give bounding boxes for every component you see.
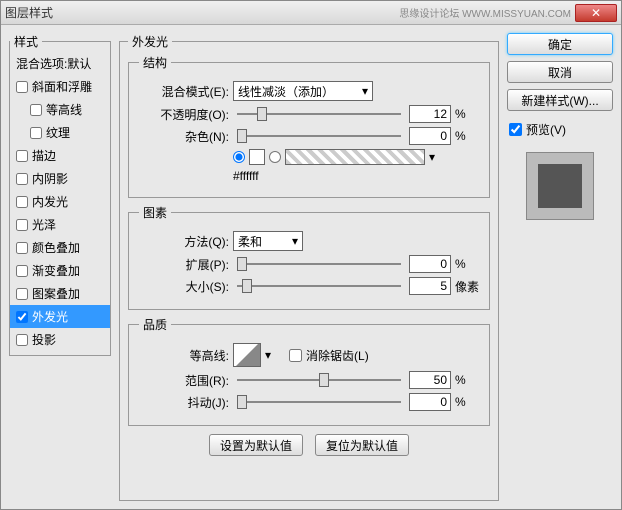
sidebar-checkbox[interactable]	[30, 104, 42, 116]
jitter-label: 抖动(J):	[139, 394, 229, 411]
sidebar-item-7[interactable]: 颜色叠加	[10, 236, 110, 259]
sidebar-item-label: 图案叠加	[32, 285, 80, 302]
sidebar-item-8[interactable]: 渐变叠加	[10, 259, 110, 282]
sidebar-item-label: 内阴影	[32, 170, 68, 187]
close-icon: ✕	[591, 6, 601, 20]
sidebar-item-5[interactable]: 内发光	[10, 190, 110, 213]
jitter-slider[interactable]	[237, 394, 401, 410]
watermark-text: 思缘设计论坛 WWW.MISSYUAN.COM	[399, 5, 571, 20]
sidebar-checkbox[interactable]	[16, 196, 28, 208]
preview-label: 预览(V)	[526, 121, 566, 138]
sidebar-checkbox[interactable]	[30, 127, 42, 139]
gradient-picker[interactable]	[285, 149, 425, 165]
structure-legend: 结构	[139, 54, 171, 71]
noise-slider[interactable]	[237, 128, 401, 144]
dialog-title: 图层样式	[5, 4, 399, 21]
sidebar-item-0[interactable]: 斜面和浮雕	[10, 75, 110, 98]
sidebar-item-label: 描边	[32, 147, 56, 164]
size-input[interactable]	[409, 277, 451, 295]
right-panel: 确定 取消 新建样式(W)... 预览(V)	[507, 33, 613, 501]
gradient-radio[interactable]	[269, 151, 281, 163]
sidebar-checkbox[interactable]	[16, 173, 28, 185]
sidebar-item-2[interactable]: 纹理	[10, 121, 110, 144]
sidebar-checkbox[interactable]	[16, 150, 28, 162]
cancel-button[interactable]: 取消	[507, 61, 613, 83]
sidebar-item-label: 颜色叠加	[32, 239, 80, 256]
sidebar-item-4[interactable]: 内阴影	[10, 167, 110, 190]
sidebar-item-label: 投影	[32, 331, 56, 348]
chevron-down-icon[interactable]: ▾	[265, 348, 271, 362]
styles-sidebar: 样式 混合选项:默认 斜面和浮雕等高线纹理描边内阴影内发光光泽颜色叠加渐变叠加图…	[9, 33, 111, 501]
sidebar-checkbox[interactable]	[16, 242, 28, 254]
opacity-slider[interactable]	[237, 106, 401, 122]
spread-slider[interactable]	[237, 256, 401, 272]
ok-button[interactable]: 确定	[507, 33, 613, 55]
sidebar-item-label: 斜面和浮雕	[32, 78, 92, 95]
preview-box	[526, 152, 594, 220]
sidebar-item-label: 光泽	[32, 216, 56, 233]
preview-checkbox[interactable]	[509, 123, 522, 136]
opacity-input[interactable]	[409, 105, 451, 123]
preview-swatch	[538, 164, 582, 208]
opacity-label: 不透明度(O):	[139, 106, 229, 123]
contour-label: 等高线:	[139, 347, 229, 364]
sidebar-item-label: 等高线	[46, 101, 82, 118]
noise-input[interactable]	[409, 127, 451, 145]
color-swatch[interactable]	[249, 149, 265, 165]
spread-label: 扩展(P):	[139, 256, 229, 273]
sidebar-checkbox[interactable]	[16, 219, 28, 231]
range-input[interactable]	[409, 371, 451, 389]
antialias-checkbox[interactable]	[289, 349, 302, 362]
technique-dropdown[interactable]: 柔和 ▾	[233, 231, 303, 251]
sidebar-item-10[interactable]: 外发光	[10, 305, 110, 328]
sidebar-item-label: 纹理	[46, 124, 70, 141]
size-label: 大小(S):	[139, 278, 229, 295]
sidebar-checkbox[interactable]	[16, 265, 28, 277]
spread-input[interactable]	[409, 255, 451, 273]
new-style-button[interactable]: 新建样式(W)...	[507, 89, 613, 111]
close-button[interactable]: ✕	[575, 4, 617, 22]
quality-legend: 品质	[139, 316, 171, 333]
noise-label: 杂色(N):	[139, 128, 229, 145]
range-slider[interactable]	[237, 372, 401, 388]
quality-group: 品质 等高线: ▾ 消除锯齿(L) 范围(R): %	[128, 316, 490, 426]
sidebar-checkbox[interactable]	[16, 81, 28, 93]
sidebar-item-9[interactable]: 图案叠加	[10, 282, 110, 305]
main-legend: 外发光	[128, 33, 172, 50]
sidebar-item-label: 内发光	[32, 193, 68, 210]
color-radio[interactable]	[233, 151, 245, 163]
layer-style-dialog: 图层样式 思缘设计论坛 WWW.MISSYUAN.COM ✕ 样式 混合选项:默…	[0, 0, 622, 510]
contour-picker[interactable]	[233, 343, 261, 367]
sidebar-checkbox[interactable]	[16, 311, 28, 323]
chevron-down-icon: ▾	[362, 84, 368, 98]
blend-mode-dropdown[interactable]: 线性减淡（添加） ▾	[233, 81, 373, 101]
sidebar-item-6[interactable]: 光泽	[10, 213, 110, 236]
chevron-down-icon[interactable]: ▾	[429, 150, 435, 164]
blend-mode-label: 混合模式(E):	[139, 83, 229, 100]
reset-default-button[interactable]: 复位为默认值	[315, 434, 409, 456]
titlebar[interactable]: 图层样式 思缘设计论坛 WWW.MISSYUAN.COM ✕	[1, 1, 621, 25]
set-default-button[interactable]: 设置为默认值	[209, 434, 303, 456]
sidebar-item-label: 外发光	[32, 308, 68, 325]
jitter-input[interactable]	[409, 393, 451, 411]
color-hex: #ffffff	[233, 169, 259, 183]
sidebar-item-11[interactable]: 投影	[10, 328, 110, 351]
sidebar-blending-options[interactable]: 混合选项:默认	[10, 52, 110, 75]
sidebar-checkbox[interactable]	[16, 334, 28, 346]
range-label: 范围(R):	[139, 372, 229, 389]
technique-label: 方法(Q):	[139, 233, 229, 250]
structure-group: 结构 混合模式(E): 线性减淡（添加） ▾ 不透明度(O): %	[128, 54, 490, 198]
sidebar-legend: 样式	[10, 33, 42, 50]
elements-group: 图素 方法(Q): 柔和 ▾ 扩展(P): %	[128, 204, 490, 310]
size-slider[interactable]	[237, 278, 401, 294]
sidebar-item-label: 渐变叠加	[32, 262, 80, 279]
sidebar-item-1[interactable]: 等高线	[10, 98, 110, 121]
chevron-down-icon: ▾	[292, 234, 298, 248]
antialias-label: 消除锯齿(L)	[306, 347, 369, 364]
elements-legend: 图素	[139, 204, 171, 221]
main-panel: 外发光 结构 混合模式(E): 线性减淡（添加） ▾ 不透明度(O):	[119, 33, 499, 501]
sidebar-checkbox[interactable]	[16, 288, 28, 300]
sidebar-item-3[interactable]: 描边	[10, 144, 110, 167]
